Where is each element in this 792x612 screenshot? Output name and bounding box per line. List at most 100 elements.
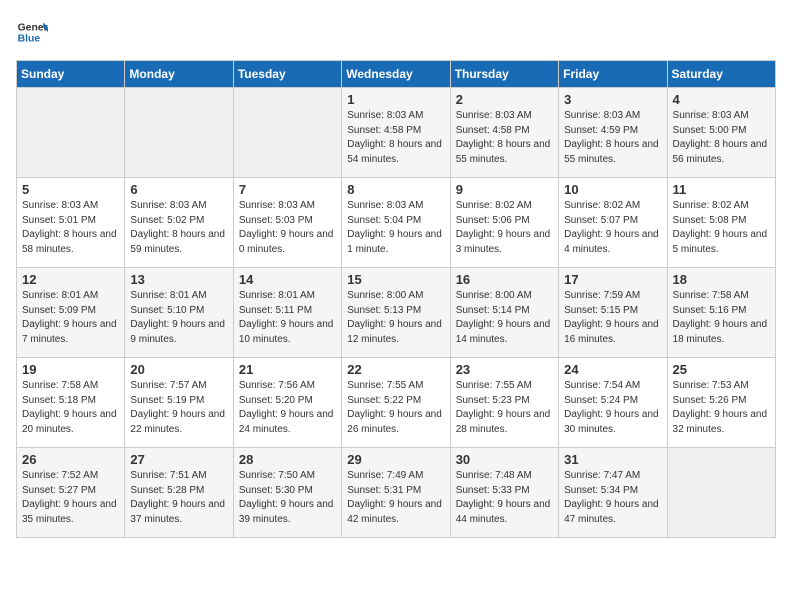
day-number: 12 [22,272,119,287]
weekday-header-wednesday: Wednesday [342,61,450,88]
day-number: 25 [673,362,770,377]
calendar-cell: 19 Sunrise: 7:58 AMSunset: 5:18 PMDayligh… [17,358,125,448]
calendar-cell: 23 Sunrise: 7:55 AMSunset: 5:23 PMDayligh… [450,358,558,448]
calendar-cell: 27 Sunrise: 7:51 AMSunset: 5:28 PMDayligh… [125,448,233,538]
calendar-cell: 31Sunrise: 7:47 AMSunset: 5:34 PMDayligh… [559,448,667,538]
day-number: 7 [239,182,336,197]
calendar-cell: 15 Sunrise: 8:00 AMSunset: 5:13 PMDayligh… [342,268,450,358]
day-info: Sunrise: 7:58 AMSunset: 5:18 PMDaylight:… [22,379,119,437]
day-info: Sunrise: 8:03 AMSunset: 5:02 PMDaylight:… [130,199,227,257]
day-info: Sunrise: 7:56 AMSunset: 5:20 PMDaylight:… [239,379,336,437]
calendar-cell: 16Sunrise: 8:00 AMSunset: 5:14 PMDayligh… [450,268,558,358]
day-number: 28 [239,452,336,467]
week-row-4: 19 Sunrise: 7:58 AMSunset: 5:18 PMDayligh… [17,358,776,448]
day-info: Sunrise: 8:01 AMSunset: 5:11 PMDaylight:… [239,289,336,347]
calendar-cell: 18 Sunrise: 7:58 AMSunset: 5:16 PMDayligh… [667,268,775,358]
calendar-cell [125,88,233,178]
day-info: Sunrise: 8:01 AMSunset: 5:09 PMDaylight:… [22,289,119,347]
calendar-cell: 5 Sunrise: 8:03 AMSunset: 5:01 PMDaylight… [17,178,125,268]
day-info: Sunrise: 7:51 AMSunset: 5:28 PMDaylight:… [130,469,227,527]
day-number: 18 [673,272,770,287]
day-info: Sunrise: 8:02 AMSunset: 5:06 PMDaylight:… [456,199,553,257]
day-number: 9 [456,182,553,197]
day-info: Sunrise: 7:52 AMSunset: 5:27 PMDaylight:… [22,469,119,527]
calendar-cell: 25 Sunrise: 7:53 AMSunset: 5:26 PMDayligh… [667,358,775,448]
day-info: Sunrise: 7:55 AMSunset: 5:22 PMDaylight:… [347,379,444,437]
calendar-cell: 29 Sunrise: 7:49 AMSunset: 5:31 PMDayligh… [342,448,450,538]
day-info: Sunrise: 8:00 AMSunset: 5:14 PMDaylight:… [456,289,553,347]
calendar-cell: 30 Sunrise: 7:48 AMSunset: 5:33 PMDayligh… [450,448,558,538]
calendar-cell: 3Sunrise: 8:03 AMSunset: 4:59 PMDaylight… [559,88,667,178]
day-number: 13 [130,272,227,287]
week-row-3: 12 Sunrise: 8:01 AMSunset: 5:09 PMDayligh… [17,268,776,358]
day-number: 10 [564,182,661,197]
day-number: 29 [347,452,444,467]
day-info: Sunrise: 7:49 AMSunset: 5:31 PMDaylight:… [347,469,444,527]
day-number: 19 [22,362,119,377]
day-info: Sunrise: 7:47 AMSunset: 5:34 PMDaylight:… [564,469,661,527]
day-info: Sunrise: 8:03 AMSunset: 4:58 PMDaylight:… [347,109,444,167]
calendar-cell: 26 Sunrise: 7:52 AMSunset: 5:27 PMDayligh… [17,448,125,538]
day-info: Sunrise: 8:03 AMSunset: 4:58 PMDaylight:… [456,109,553,167]
day-info: Sunrise: 8:03 AMSunset: 5:03 PMDaylight:… [239,199,336,257]
day-number: 17 [564,272,661,287]
calendar-cell: 28 Sunrise: 7:50 AMSunset: 5:30 PMDayligh… [233,448,341,538]
calendar-cell: 8 Sunrise: 8:03 AMSunset: 5:04 PMDaylight… [342,178,450,268]
calendar-cell: 1 Sunrise: 8:03 AMSunset: 4:58 PMDaylight… [342,88,450,178]
day-info: Sunrise: 8:00 AMSunset: 5:13 PMDaylight:… [347,289,444,347]
calendar-cell: 21Sunrise: 7:56 AMSunset: 5:20 PMDayligh… [233,358,341,448]
day-info: Sunrise: 7:53 AMSunset: 5:26 PMDaylight:… [673,379,770,437]
calendar-cell: 14 Sunrise: 8:01 AMSunset: 5:11 PMDayligh… [233,268,341,358]
calendar-cell: 12 Sunrise: 8:01 AMSunset: 5:09 PMDayligh… [17,268,125,358]
calendar-cell: 10Sunrise: 8:02 AMSunset: 5:07 PMDayligh… [559,178,667,268]
calendar-cell: 9 Sunrise: 8:02 AMSunset: 5:06 PMDaylight… [450,178,558,268]
calendar-cell: 6Sunrise: 8:03 AMSunset: 5:02 PMDaylight… [125,178,233,268]
day-info: Sunrise: 8:01 AMSunset: 5:10 PMDaylight:… [130,289,227,347]
calendar-cell: 24 Sunrise: 7:54 AMSunset: 5:24 PMDayligh… [559,358,667,448]
day-info: Sunrise: 8:03 AMSunset: 4:59 PMDaylight:… [564,109,661,167]
logo-icon: General Blue [16,16,48,48]
calendar-cell [233,88,341,178]
week-row-2: 5 Sunrise: 8:03 AMSunset: 5:01 PMDaylight… [17,178,776,268]
calendar-cell: 2 Sunrise: 8:03 AMSunset: 4:58 PMDaylight… [450,88,558,178]
day-info: Sunrise: 8:03 AMSunset: 5:04 PMDaylight:… [347,199,444,257]
day-info: Sunrise: 8:03 AMSunset: 5:00 PMDaylight:… [673,109,770,167]
day-number: 30 [456,452,553,467]
day-info: Sunrise: 7:48 AMSunset: 5:33 PMDaylight:… [456,469,553,527]
day-number: 27 [130,452,227,467]
day-info: Sunrise: 7:59 AMSunset: 5:15 PMDaylight:… [564,289,661,347]
day-number: 8 [347,182,444,197]
calendar-cell: 13 Sunrise: 8:01 AMSunset: 5:10 PMDayligh… [125,268,233,358]
day-number: 2 [456,92,553,107]
week-row-5: 26 Sunrise: 7:52 AMSunset: 5:27 PMDayligh… [17,448,776,538]
weekday-header-sunday: Sunday [17,61,125,88]
day-number: 20 [130,362,227,377]
calendar-cell: 4Sunrise: 8:03 AMSunset: 5:00 PMDaylight… [667,88,775,178]
day-info: Sunrise: 7:57 AMSunset: 5:19 PMDaylight:… [130,379,227,437]
day-info: Sunrise: 7:54 AMSunset: 5:24 PMDaylight:… [564,379,661,437]
day-number: 1 [347,92,444,107]
day-info: Sunrise: 8:03 AMSunset: 5:01 PMDaylight:… [22,199,119,257]
weekday-header-friday: Friday [559,61,667,88]
calendar-cell: 20 Sunrise: 7:57 AMSunset: 5:19 PMDayligh… [125,358,233,448]
calendar-cell [17,88,125,178]
day-number: 23 [456,362,553,377]
logo: General Blue [16,16,48,48]
calendar-cell: 7 Sunrise: 8:03 AMSunset: 5:03 PMDaylight… [233,178,341,268]
day-info: Sunrise: 7:58 AMSunset: 5:16 PMDaylight:… [673,289,770,347]
day-number: 15 [347,272,444,287]
calendar-cell [667,448,775,538]
day-info: Sunrise: 7:50 AMSunset: 5:30 PMDaylight:… [239,469,336,527]
day-number: 11 [673,182,770,197]
day-number: 22 [347,362,444,377]
calendar-table: SundayMondayTuesdayWednesdayThursdayFrid… [16,60,776,538]
day-number: 26 [22,452,119,467]
day-info: Sunrise: 7:55 AMSunset: 5:23 PMDaylight:… [456,379,553,437]
day-number: 24 [564,362,661,377]
weekday-header-monday: Monday [125,61,233,88]
weekday-header-saturday: Saturday [667,61,775,88]
weekday-header-row: SundayMondayTuesdayWednesdayThursdayFrid… [17,61,776,88]
day-number: 14 [239,272,336,287]
calendar-cell: 11Sunrise: 8:02 AMSunset: 5:08 PMDayligh… [667,178,775,268]
day-number: 5 [22,182,119,197]
